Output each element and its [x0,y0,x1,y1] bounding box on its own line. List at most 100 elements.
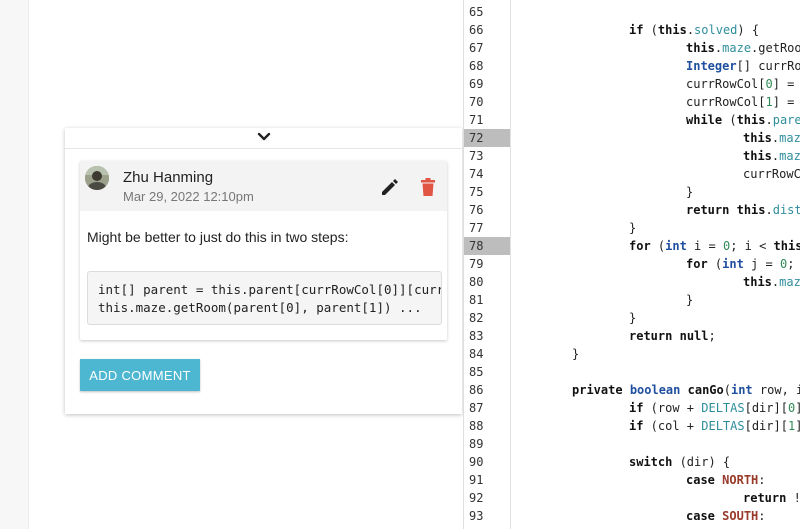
code-token: dist [772,203,800,217]
comment-card: Zhu Hanming Mar 29, 2022 12:10pm Might b… [80,161,447,340]
line-number[interactable]: 88 [464,417,511,435]
line-number[interactable]: 79 [464,255,511,273]
code-token: . [765,203,773,217]
code-token: this [743,149,772,163]
code-token: (col + [643,419,702,433]
code-token: switch [629,455,673,469]
code-token: int [722,257,744,271]
code-token: return [686,203,730,217]
line-number[interactable]: 69 [464,75,511,93]
code-token: if [629,401,644,415]
code-token: case [686,473,715,487]
code-token: ] [795,419,800,433]
comment-code-block: int[] parent = this.parent[currRowCol[0]… [87,271,442,325]
code-token: private [572,383,623,397]
code-token: ( [643,23,658,37]
code-token: currRowCol[ [686,95,766,109]
chevron-down-icon[interactable] [257,130,271,144]
line-number[interactable]: 86 [464,381,511,399]
line-number[interactable]: 65 [464,3,511,21]
code-token: : [758,509,766,523]
line-number[interactable]: 92 [464,489,511,507]
code-line-75: } [686,183,693,201]
code-token: j = [743,257,780,271]
line-number[interactable]: 73 [464,147,511,165]
add-comment-button[interactable]: ADD COMMENT [80,359,200,391]
line-number[interactable]: 80 [464,273,511,291]
line-number[interactable]: 75 [464,183,511,201]
line-number[interactable]: 72 [464,129,511,147]
line-number[interactable]: 78 [464,237,511,255]
line-number[interactable]: 91 [464,471,511,489]
code-line-70: currRowCol[1] = [686,93,794,111]
code-token: this [736,203,766,217]
line-number[interactable]: 68 [464,57,511,75]
code-token: 1 [765,95,773,109]
line-number[interactable]: 89 [464,435,511,453]
code-line-87: if (row + DELTAS[dir][0] [629,399,800,417]
avatar [85,166,109,190]
code-token: this [686,41,715,55]
code-line-80: this.maz [743,273,800,291]
code-token: for [686,257,708,271]
line-number[interactable]: 82 [464,309,511,327]
comment-body: Might be better to just do this in two s… [87,229,349,245]
code-token: [dir][ [744,401,788,415]
line-number[interactable]: 70 [464,93,511,111]
line-number[interactable]: 67 [464,39,511,57]
code-token: this [657,23,687,37]
code-token: int [665,239,687,253]
trash-icon[interactable] [417,176,439,198]
code-token: row, i [752,383,800,397]
code-token: if [629,419,644,433]
code-line-83: return null; [629,327,716,345]
line-number[interactable]: 71 [464,111,511,129]
code-token: DELTAS [701,401,745,415]
line-number[interactable]: 90 [464,453,511,471]
line-number[interactable]: 76 [464,201,511,219]
code-token: } [629,311,637,325]
line-number[interactable]: 83 [464,327,511,345]
code-token: null [679,329,709,343]
code-token: ) { [737,23,760,37]
code-token: ] = [772,95,795,109]
code-line-86: private boolean canGo(int row, i [572,381,800,399]
code-token: . [686,23,695,37]
code-token: int [730,383,753,397]
code-token: ] [795,401,800,415]
code-line-72: this.maz [743,129,800,147]
code-token: (dir) { [672,455,731,469]
code-token: i = [686,239,723,253]
code-line: int[] parent = this.parent[currRowCol[0]… [98,282,442,297]
collapse-bar[interactable] [65,128,462,149]
pencil-icon[interactable] [379,176,401,198]
code-token: currRowCol[ [686,77,766,91]
line-number[interactable]: 85 [464,363,511,381]
comment-header: Zhu Hanming Mar 29, 2022 12:10pm [80,161,447,211]
code-line-93: case SOUTH: [686,507,766,525]
line-number[interactable]: 87 [464,399,511,417]
code-editor[interactable]: if (this.solved) { this.maze.getRoo Inte… [510,0,800,529]
line-number[interactable]: 66 [464,21,511,39]
code-token: (row + [643,401,702,415]
code-token: [dir][ [744,419,788,433]
line-number[interactable]: 74 [464,165,511,183]
code-token: return [629,329,673,343]
line-number[interactable]: 93 [464,507,511,525]
code-line-91: case NORTH: [686,471,766,489]
code-token: 0 [765,77,773,91]
line-number[interactable]: 77 [464,219,511,237]
code-token: . [765,113,773,127]
code-token: } [629,221,637,235]
code-token: NORTH [722,473,759,487]
code-token: currRowC [743,167,800,181]
code-token: return [743,491,787,505]
line-number[interactable]: 84 [464,345,511,363]
code-token: } [686,185,694,199]
line-number[interactable]: 81 [464,291,511,309]
code-token: ; i < [730,239,774,253]
code-line-68: Integer[] currRo [686,57,800,75]
